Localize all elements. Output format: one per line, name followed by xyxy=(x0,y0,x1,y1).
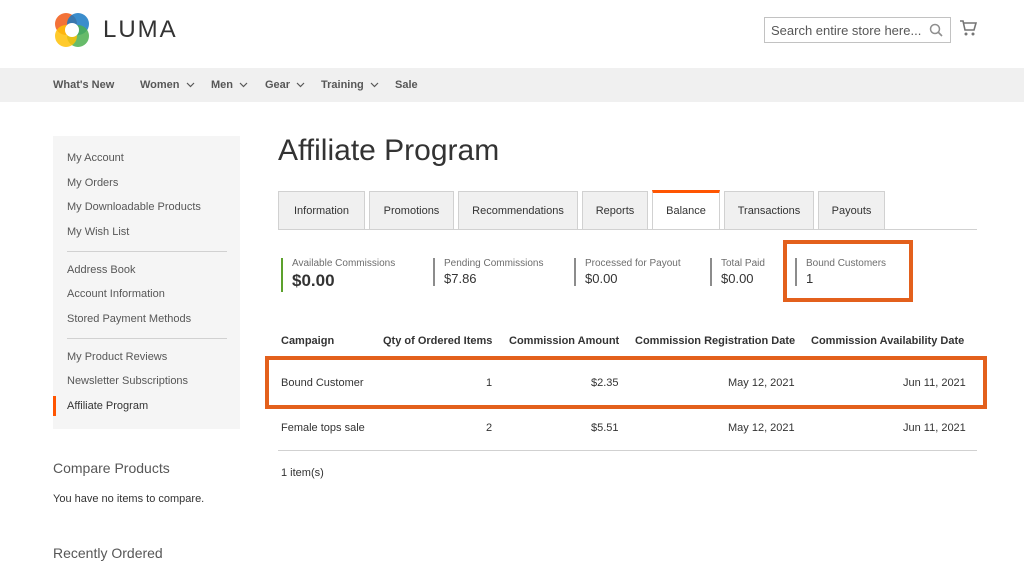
stat-label: Available Commissions xyxy=(292,258,396,269)
nav-men[interactable]: Men xyxy=(211,68,248,102)
chevron-down-icon xyxy=(296,82,305,88)
highlight-box-bound-customer-row xyxy=(265,356,987,409)
nav-label: Gear xyxy=(265,79,291,91)
nav-training[interactable]: Training xyxy=(321,68,379,102)
sidebar-item-wish-list[interactable]: My Wish List xyxy=(67,226,129,238)
luma-logo-icon xyxy=(55,13,89,47)
tab-promotions[interactable]: Promotions xyxy=(369,191,454,229)
search-input[interactable] xyxy=(765,18,925,42)
compare-empty-text: You have no items to compare. xyxy=(53,493,205,505)
nav-gear[interactable]: Gear xyxy=(265,68,305,102)
stat-pending-commissions: Pending Commissions $7.86 xyxy=(433,258,544,286)
table-bottom-divider xyxy=(278,450,977,451)
sidebar-active-indicator xyxy=(53,396,56,416)
search-box[interactable] xyxy=(764,17,951,43)
cell-qty: 2 xyxy=(486,422,493,434)
recently-ordered-title: Recently Ordered xyxy=(53,545,163,561)
stat-value: $0.00 xyxy=(292,271,335,290)
chevron-down-icon xyxy=(239,82,248,88)
search-icon[interactable] xyxy=(929,23,943,37)
sidebar-divider xyxy=(67,338,227,339)
account-sidebar: My Account My Orders My Downloadable Pro… xyxy=(53,136,240,429)
sidebar-item-account-information[interactable]: Account Information xyxy=(67,288,165,300)
column-header-commission-amount: Commission Amount xyxy=(509,335,620,347)
compare-products-title: Compare Products xyxy=(53,460,170,476)
column-header-availability-date: Commission Availability Date xyxy=(811,335,965,347)
sidebar-divider xyxy=(67,251,227,252)
sidebar-item-product-reviews[interactable]: My Product Reviews xyxy=(67,351,167,363)
nav-label: Sale xyxy=(395,79,418,91)
column-header-campaign: Campaign xyxy=(281,335,335,347)
sidebar-item-my-account[interactable]: My Account xyxy=(67,152,124,164)
items-count: 1 item(s) xyxy=(281,467,324,479)
tab-transactions[interactable]: Transactions xyxy=(724,191,814,229)
nav-women[interactable]: Women xyxy=(140,68,195,102)
chevron-down-icon xyxy=(370,82,379,88)
stat-label: Processed for Payout xyxy=(585,258,681,269)
tab-recommendations[interactable]: Recommendations xyxy=(458,191,578,229)
tab-label: Balance xyxy=(666,205,706,217)
tab-label: Promotions xyxy=(383,204,440,217)
column-header-registration-date: Commission Registration Date xyxy=(635,335,796,347)
nav-whats-new[interactable]: What's New xyxy=(53,68,114,102)
stat-total-paid: Total Paid $0.00 xyxy=(710,258,765,286)
tab-label: Recommendations xyxy=(472,204,564,217)
tab-label: Transactions xyxy=(737,204,801,217)
chevron-down-icon xyxy=(186,82,194,88)
nav-label: Men xyxy=(211,79,233,91)
cell-availability-date: Jun 11, 2021 xyxy=(903,422,966,434)
tabs-baseline xyxy=(278,229,977,230)
tab-label: Reports xyxy=(595,204,635,217)
tab-reports[interactable]: Reports xyxy=(582,191,648,229)
stat-value: $7.86 xyxy=(444,271,477,286)
cart-icon[interactable] xyxy=(959,19,977,37)
cell-registration-date: May 12, 2021 xyxy=(728,422,795,434)
highlight-box-bound-customers xyxy=(783,240,913,302)
sidebar-item-newsletter-subscriptions[interactable]: Newsletter Subscriptions xyxy=(67,375,188,387)
cell-commission-amount: $5.51 xyxy=(591,422,619,434)
brand-name: LUMA xyxy=(103,16,178,43)
stat-label: Pending Commissions xyxy=(444,258,544,269)
tab-label: Information xyxy=(293,204,350,217)
nav-sale[interactable]: Sale xyxy=(395,68,418,102)
stat-processed-for-payout: Processed for Payout $0.00 xyxy=(574,258,681,286)
sidebar-item-my-orders[interactable]: My Orders xyxy=(67,177,118,189)
store-logo[interactable]: LUMA xyxy=(53,11,178,49)
tab-information[interactable]: Information xyxy=(278,191,365,229)
cell-campaign: Female tops sale xyxy=(281,422,365,434)
stat-value: $0.00 xyxy=(585,271,618,286)
sidebar-item-stored-payment-methods[interactable]: Stored Payment Methods xyxy=(67,313,191,325)
stat-label: Total Paid xyxy=(721,258,765,269)
main-navigation: What's New Women Men Gear Training Sale xyxy=(0,68,1024,102)
nav-label: What's New xyxy=(53,79,115,91)
column-header-qty: Qty of Ordered Items xyxy=(383,335,493,347)
tab-balance[interactable]: Balance xyxy=(652,190,720,229)
nav-label: Women xyxy=(140,79,180,91)
stat-available-commissions: Available Commissions $0.00 xyxy=(281,258,395,292)
sidebar-item-affiliate-program[interactable]: Affiliate Program xyxy=(67,400,148,412)
sidebar-item-address-book[interactable]: Address Book xyxy=(67,264,135,276)
sidebar-item-downloadable-products[interactable]: My Downloadable Products xyxy=(67,201,201,213)
stat-value: $0.00 xyxy=(721,271,754,286)
tab-payouts[interactable]: Payouts xyxy=(818,191,885,229)
page-title: Affiliate Program xyxy=(278,134,500,167)
nav-label: Training xyxy=(321,79,364,91)
tab-label: Payouts xyxy=(831,204,872,217)
